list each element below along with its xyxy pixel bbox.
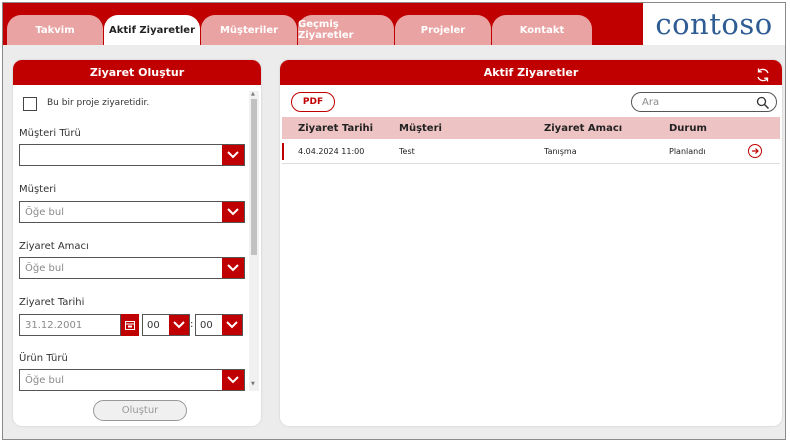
scrollbar-thumb[interactable] xyxy=(251,99,257,255)
project-visit-checkbox[interactable] xyxy=(23,97,37,111)
active-visits-panel: Aktif Ziyaretler xyxy=(280,60,782,426)
hour-select[interactable]: 00 xyxy=(142,314,190,336)
active-visits-title: Aktif Ziyaretler xyxy=(280,60,782,85)
product-type-select[interactable]: Öğe bul xyxy=(19,369,245,391)
tab-aktif-ziyaretler[interactable]: Aktif Ziyaretler xyxy=(104,15,200,45)
table-row[interactable]: 4.04.2024 11:00 Test Tanışma Planlandı xyxy=(282,140,780,164)
visit-date-placeholder: 31.12.2001 xyxy=(25,320,83,331)
chevron-down-icon[interactable] xyxy=(222,145,244,165)
row-selection-marker xyxy=(282,143,284,160)
column-header-status: Durum xyxy=(669,123,707,134)
purpose-select[interactable]: Öğe bul xyxy=(19,257,245,279)
logo-container: contoso xyxy=(643,3,785,45)
app-window: Takvim Aktif Ziyaretler Müşteriler Geçmi… xyxy=(2,2,786,440)
row-date: 4.04.2024 11:00 xyxy=(298,147,365,156)
purpose-placeholder: Öğe bul xyxy=(25,263,65,274)
chevron-down-icon[interactable] xyxy=(222,202,244,222)
search-placeholder: Ara xyxy=(642,97,660,108)
scroll-down-icon[interactable]: ▼ xyxy=(251,381,255,387)
visit-date-input[interactable]: 31.12.2001 xyxy=(19,314,121,336)
create-button[interactable]: Oluştur xyxy=(93,400,187,421)
product-type-placeholder: Öğe bul xyxy=(25,375,65,386)
product-type-label: Ürün Türü xyxy=(19,353,68,364)
chevron-down-icon[interactable] xyxy=(222,315,242,335)
row-customer: Test xyxy=(399,147,415,156)
customer-type-select[interactable] xyxy=(19,144,245,166)
tab-projeler[interactable]: Projeler xyxy=(395,15,491,45)
search-icon[interactable] xyxy=(756,95,770,114)
purpose-label: Ziyaret Amacı xyxy=(19,241,89,252)
contoso-logo: contoso xyxy=(655,7,773,41)
form-scrollbar[interactable]: ▲ ▼ xyxy=(249,91,259,391)
create-visit-title: Ziyaret Oluştur xyxy=(13,60,261,85)
refresh-icon[interactable] xyxy=(755,67,771,87)
calendar-icon[interactable] xyxy=(121,314,139,336)
tab-kontakt[interactable]: Kontakt xyxy=(492,15,592,45)
customer-select[interactable]: Öğe bul xyxy=(19,201,245,223)
customer-type-label: Müşteri Türü xyxy=(19,128,81,139)
search-input[interactable]: Ara xyxy=(631,92,777,112)
column-header-customer: Müşteri xyxy=(399,123,442,134)
pdf-button[interactable]: PDF xyxy=(291,92,335,112)
arrow-right-circle-icon[interactable] xyxy=(748,144,762,158)
column-header-purpose: Ziyaret Amacı xyxy=(544,123,623,134)
time-separator: : xyxy=(190,319,194,330)
chevron-down-icon[interactable] xyxy=(169,315,189,335)
minute-value: 00 xyxy=(200,320,213,331)
customer-label: Müşteri xyxy=(19,184,57,195)
row-status: Planlandı xyxy=(669,147,706,156)
scroll-up-icon[interactable]: ▲ xyxy=(251,91,255,97)
table-header: Ziyaret Tarihi Müşteri Ziyaret Amacı Dur… xyxy=(282,117,780,139)
visit-date-label: Ziyaret Tarihi xyxy=(19,297,85,308)
row-purpose: Tanışma xyxy=(544,147,577,156)
customer-placeholder: Öğe bul xyxy=(25,207,65,218)
chevron-down-icon[interactable] xyxy=(222,370,244,390)
tab-musteriler[interactable]: Müşteriler xyxy=(201,15,297,45)
top-nav-bar: Takvim Aktif Ziyaretler Müşteriler Geçmi… xyxy=(3,3,785,45)
hour-value: 00 xyxy=(147,320,160,331)
project-visit-checkbox-label: Bu bir proje ziyaretidir. xyxy=(47,98,150,108)
tab-takvim[interactable]: Takvim xyxy=(7,15,103,45)
tab-gecmis-ziyaretler[interactable]: Geçmiş Ziyaretler xyxy=(298,15,394,45)
column-header-date: Ziyaret Tarihi xyxy=(298,123,374,134)
chevron-down-icon[interactable] xyxy=(222,258,244,278)
minute-select[interactable]: 00 xyxy=(195,314,243,336)
